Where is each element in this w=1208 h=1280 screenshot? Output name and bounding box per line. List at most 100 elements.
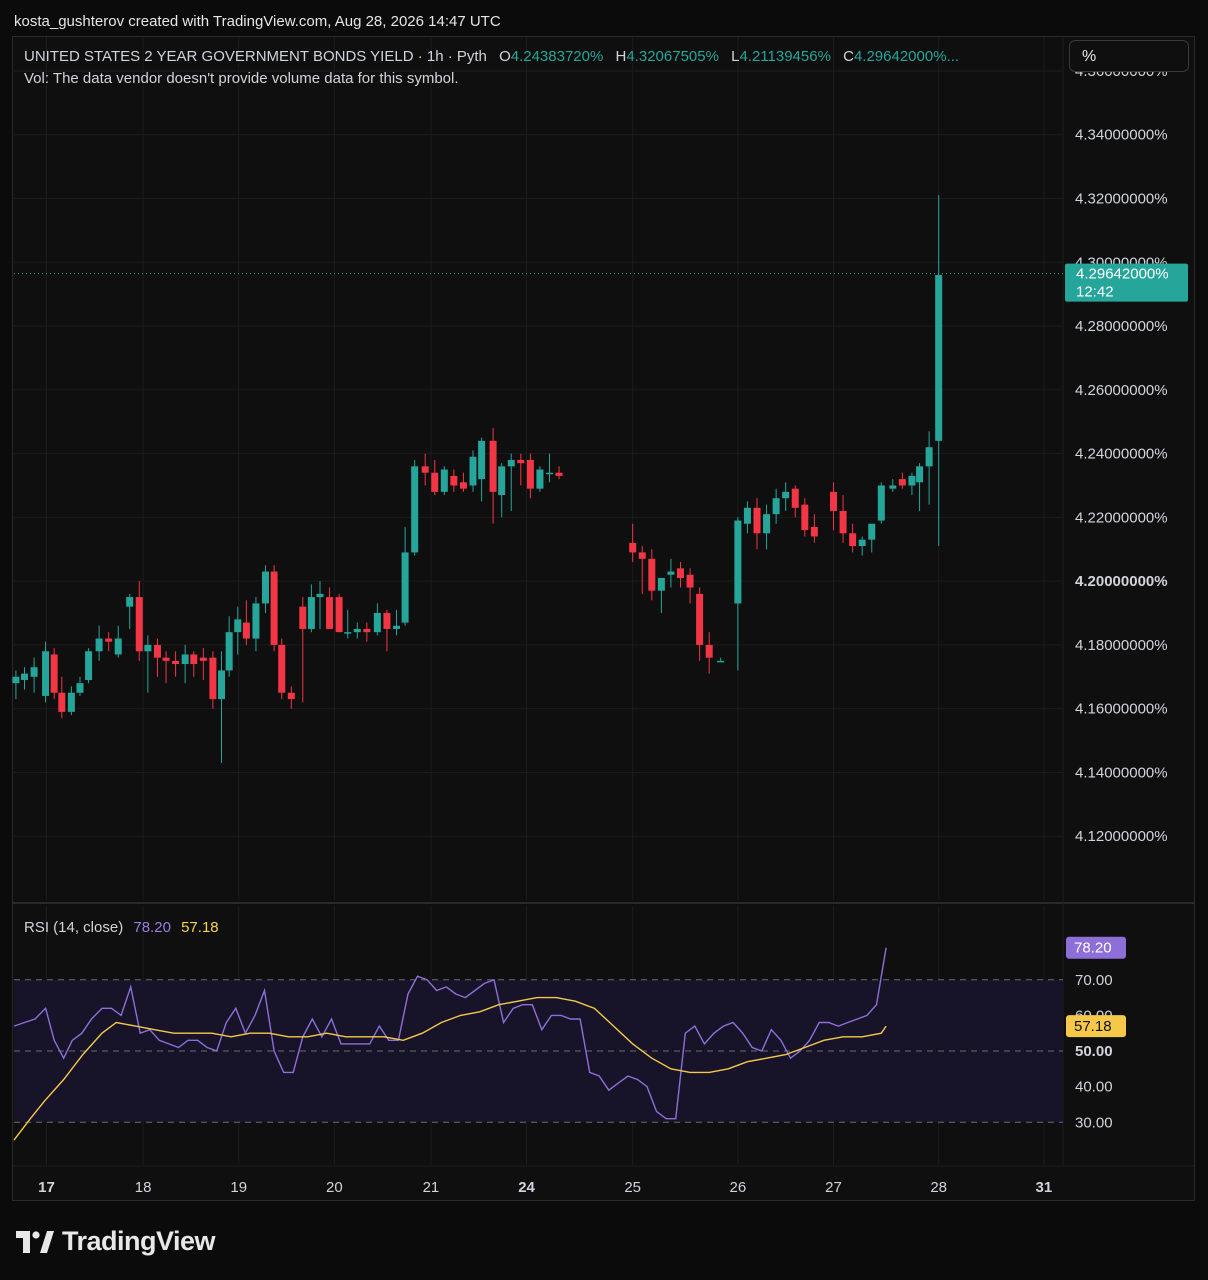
- chart-canvas[interactable]: 17181920212425262728314.36000000%4.34000…: [0, 0, 1208, 1280]
- rsi-tick-label: 30.00: [1075, 1114, 1113, 1131]
- candle-body: [76, 683, 84, 693]
- candle-body: [225, 632, 233, 671]
- candle-body: [638, 552, 646, 559]
- candle-body: [696, 593, 704, 645]
- candle-body: [252, 603, 260, 639]
- symbol-title: UNITED STATES 2 YEAR GOVERNMENT BONDS YI…: [24, 48, 487, 65]
- candle-body: [734, 520, 742, 604]
- x-tick-label: 20: [326, 1179, 343, 1196]
- candle-body: [153, 644, 161, 658]
- price-tick-label: 4.20000000%: [1075, 573, 1168, 590]
- x-tick-label: 27: [825, 1179, 842, 1196]
- candle-body: [335, 597, 343, 633]
- candle-body: [401, 552, 409, 623]
- x-tick-label: 25: [624, 1179, 641, 1196]
- candle-body: [772, 498, 780, 515]
- rsi-title: RSI (14, close): [24, 919, 124, 936]
- candle-body: [657, 577, 665, 591]
- candle-body: [199, 657, 207, 661]
- percent-scale-button[interactable]: %: [1069, 40, 1189, 72]
- x-tick-label: 17: [38, 1179, 55, 1196]
- candle-body: [677, 568, 685, 578]
- candle-body: [450, 475, 458, 486]
- price-tick-label: 4.24000000%: [1075, 446, 1168, 463]
- x-tick-label: 18: [135, 1179, 152, 1196]
- candle-body: [58, 692, 66, 712]
- price-tick-label: 4.12000000%: [1075, 828, 1168, 845]
- rsi-value-label: 78.20: [1074, 940, 1112, 957]
- candle-body: [648, 558, 656, 591]
- volume-note: Vol: The data vendor doesn't provide vol…: [24, 70, 459, 87]
- candle-body: [849, 533, 857, 547]
- candle-body: [782, 491, 790, 499]
- candle-body: [667, 571, 675, 575]
- candle-body: [144, 644, 152, 652]
- candle-body: [629, 542, 637, 553]
- candle-body: [218, 670, 226, 700]
- tradingview-logo-icon: [16, 1230, 54, 1253]
- price-tick-label: 4.16000000%: [1075, 701, 1168, 718]
- candle-body: [95, 638, 103, 652]
- candle-body: [392, 625, 400, 629]
- candle-body: [421, 466, 429, 473]
- x-tick-label: 31: [1036, 1179, 1053, 1196]
- candle-body: [353, 628, 361, 633]
- candle-body: [830, 491, 838, 511]
- candle-body: [299, 606, 307, 629]
- candle-body: [209, 657, 217, 700]
- x-tick-label: 19: [230, 1179, 247, 1196]
- candle-body: [85, 651, 93, 680]
- close-value: 4.29642000%...: [853, 48, 960, 65]
- candle-body: [114, 638, 122, 655]
- candle-body: [344, 632, 352, 634]
- candle-body: [858, 539, 866, 547]
- rsi-ma-value-label: 57.18: [1074, 1018, 1112, 1035]
- candle-body: [536, 469, 544, 489]
- brand-name: TradingView: [62, 1226, 216, 1256]
- candle-body: [791, 488, 799, 508]
- open-label: O: [499, 48, 511, 65]
- rsi-legend-value: 78.20: [133, 919, 171, 936]
- brand-logo: TradingView: [16, 1226, 216, 1257]
- candle-body: [373, 613, 381, 633]
- candle-body: [908, 475, 916, 486]
- candle-body: [489, 440, 497, 492]
- candle-body: [261, 571, 269, 604]
- price-tick-label: 4.34000000%: [1075, 127, 1168, 144]
- candle-body: [383, 613, 391, 629]
- candle-body: [190, 654, 198, 665]
- price-tick-label: 4.28000000%: [1075, 318, 1168, 335]
- candle-body: [526, 459, 534, 489]
- x-tick-label: 21: [423, 1179, 440, 1196]
- candle-body: [440, 469, 448, 492]
- low-value: 4.21139456%: [739, 48, 831, 65]
- candle-body: [459, 482, 467, 489]
- candle-body: [916, 466, 924, 483]
- rsi-tick-label: 40.00: [1075, 1079, 1113, 1096]
- candle-body: [12, 676, 20, 684]
- candle-body: [326, 597, 334, 629]
- candle-body: [763, 514, 771, 534]
- candle-body: [469, 456, 477, 486]
- close-label: C: [843, 48, 854, 65]
- candle-body: [868, 523, 876, 540]
- candle-body: [478, 440, 486, 480]
- rsi-tick-label: 70.00: [1075, 972, 1113, 989]
- open-value: 4.24383720%: [510, 48, 604, 65]
- candle-body: [810, 526, 818, 537]
- candle-body: [743, 507, 751, 524]
- candle-body: [307, 597, 315, 629]
- candle-body: [889, 485, 897, 489]
- candle-body: [126, 597, 134, 607]
- candle-body: [935, 275, 943, 441]
- candle-body: [686, 574, 694, 588]
- candle-body: [316, 593, 324, 598]
- rsi-tick-label: 50.00: [1075, 1043, 1113, 1060]
- candle-body: [105, 638, 113, 642]
- x-tick-label: 28: [930, 1179, 947, 1196]
- countdown-label: 12:42: [1076, 284, 1114, 301]
- candle-body: [898, 479, 906, 486]
- x-tick-label: 24: [518, 1179, 535, 1196]
- candle-body: [172, 660, 180, 665]
- candle-body: [363, 628, 371, 633]
